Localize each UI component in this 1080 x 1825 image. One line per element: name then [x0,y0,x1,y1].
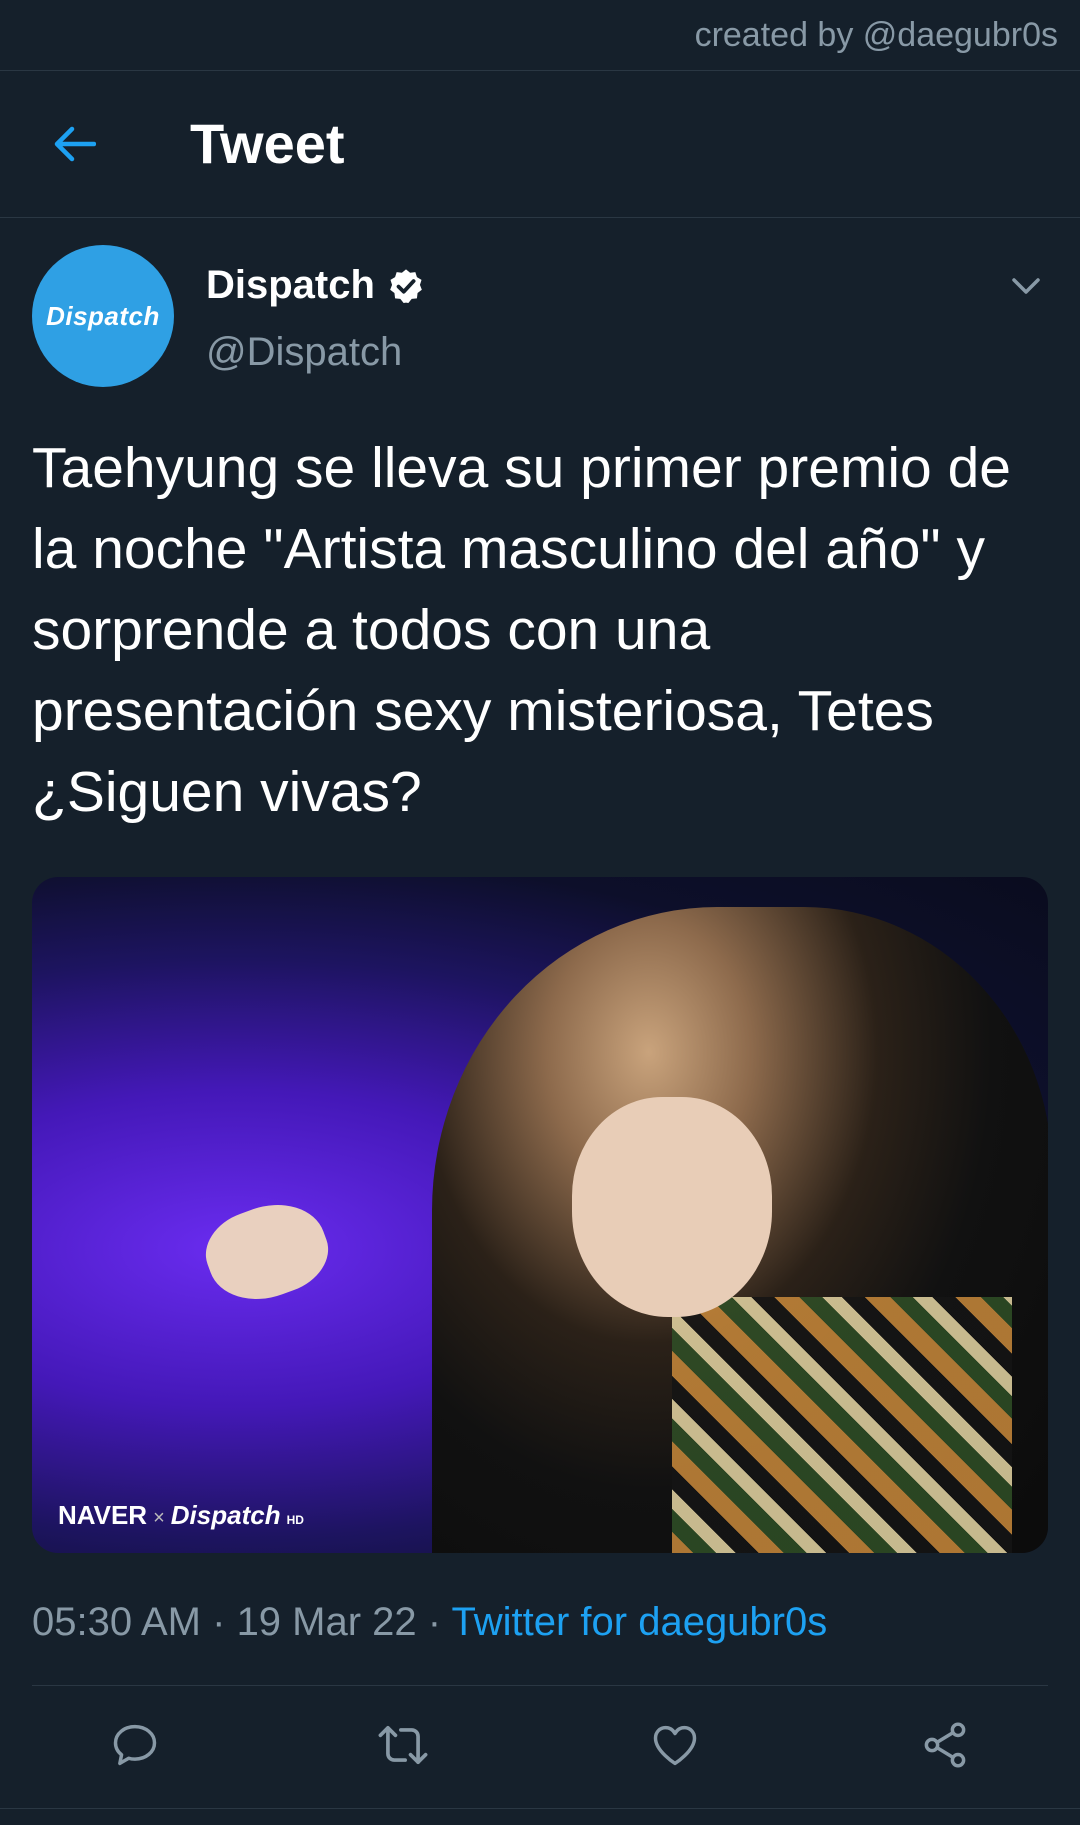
watermark-separator: × [153,1507,165,1529]
tweet-text: Taehyung se lleva su primer premio de la… [32,436,1011,824]
photo-hand [195,1189,339,1315]
reply-button[interactable] [100,1710,170,1780]
photo-face [572,1097,772,1317]
page-title: Tweet [190,112,345,175]
tweet-date: 19 Mar 22 [236,1600,417,1644]
heart-icon [653,1725,697,1766]
retweet-button[interactable] [368,1710,438,1780]
top-app-bar: Tweet [0,71,1080,218]
credit-bar: created by @daegubr0s [0,0,1080,71]
avatar-logo-text: Dispatch [46,300,160,331]
tweet-options-button[interactable] [1008,271,1044,301]
watermark-dispatch: Dispatch [170,1500,281,1530]
photo-watermark: NAVER × Dispatch HD [58,1500,304,1531]
author-name-row[interactable]: Dispatch [206,263,425,308]
meta-separator: · [201,1600,237,1644]
credit-text: created by @daegubr0s [694,16,1058,54]
watermark-naver: NAVER [58,1500,148,1530]
author-info: Dispatch @Dispatch [206,263,425,375]
retweet-icon [378,1725,428,1765]
share-button[interactable] [910,1710,980,1780]
verified-badge-icon [390,268,422,303]
reply-icon [113,1724,157,1766]
tweet-header: Dispatch Dispatch @Dispatch [32,245,1048,395]
bottom-divider [0,1808,1080,1809]
tweet-photo[interactable]: NAVER × Dispatch HD [32,877,1048,1553]
tweet-time: 05:30 AM [32,1600,202,1644]
chevron-down-icon [1012,278,1040,294]
photo-shirt-pattern [672,1297,1012,1553]
author-name: Dispatch [206,263,375,307]
watermark-hd: HD [286,1513,304,1527]
like-button[interactable] [640,1710,710,1780]
author-handle[interactable]: @Dispatch [206,330,425,375]
tweet-source-link[interactable]: Twitter for daegubr0s [452,1600,828,1644]
avatar[interactable]: Dispatch [32,245,174,387]
divider [32,1685,1048,1686]
tweet-actions [0,1700,1080,1790]
meta-separator: · [416,1600,452,1644]
arrow-left-icon [54,126,96,162]
share-icon [924,1722,966,1768]
back-button[interactable] [44,117,104,171]
tweet-meta: 05:30 AM · 19 Mar 22 · Twitter for daegu… [32,1600,1048,1645]
